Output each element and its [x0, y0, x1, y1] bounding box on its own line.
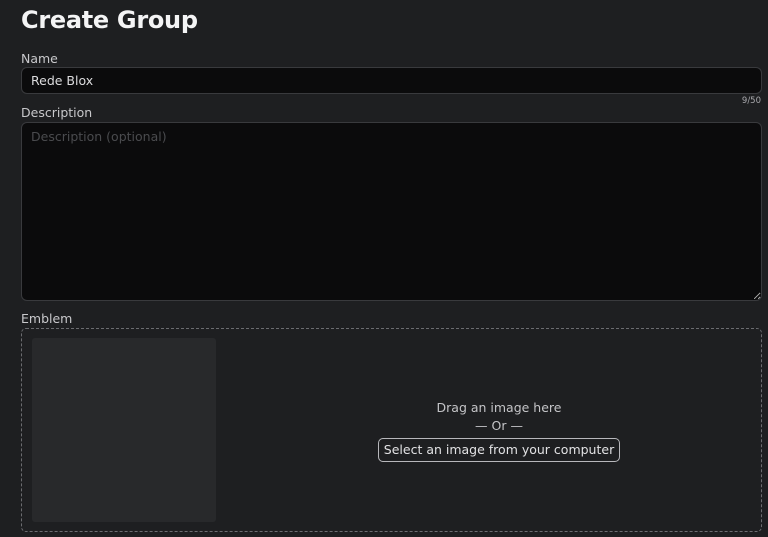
- description-label: Description: [21, 105, 93, 120]
- page-title: Create Group: [21, 6, 198, 34]
- emblem-dropzone[interactable]: Drag an image here — Or — Select an imag…: [21, 328, 762, 532]
- emblem-preview: [32, 338, 216, 522]
- name-input[interactable]: [21, 67, 762, 94]
- name-char-count: 9/50: [741, 96, 761, 106]
- select-image-button[interactable]: Select an image from your computer: [377, 438, 621, 462]
- description-input[interactable]: [21, 122, 762, 301]
- name-label: Name: [21, 51, 58, 66]
- create-group-page: Create Group Name 9/50 Description Emble…: [0, 0, 768, 537]
- or-divider-text: — Or —: [475, 418, 523, 433]
- emblem-label: Emblem: [21, 311, 73, 326]
- dropzone-instructions: Drag an image here — Or — Select an imag…: [237, 399, 761, 462]
- drag-image-text: Drag an image here: [436, 400, 562, 415]
